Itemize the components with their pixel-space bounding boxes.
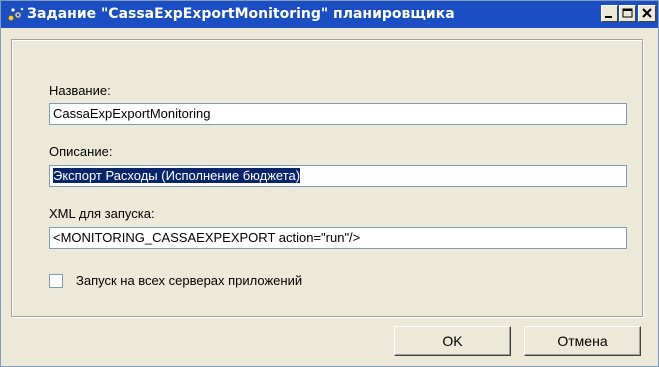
close-button[interactable] <box>638 5 656 22</box>
name-field[interactable]: CassaExpExportMonitoring <box>49 103 627 125</box>
close-icon <box>642 8 652 18</box>
name-value: CassaExpExportMonitoring <box>53 106 211 121</box>
maximize-button[interactable] <box>619 5 636 22</box>
name-label: Название: <box>49 83 111 98</box>
maximize-icon <box>622 8 633 18</box>
minimize-icon <box>605 16 612 18</box>
xml-label: XML для запуска: <box>49 206 155 221</box>
ok-button[interactable]: OK <box>394 326 511 356</box>
all-servers-checkbox[interactable] <box>49 274 63 288</box>
scheduler-task-dialog: Задание "CassaExpExportMonitoring" плани… <box>0 0 659 367</box>
title-bar[interactable]: Задание "CassaExpExportMonitoring" плани… <box>1 1 658 28</box>
cancel-button[interactable]: Отмена <box>524 326 641 356</box>
description-value-selected: Экспорт Расходы (Исполнение бюджета) <box>51 167 302 184</box>
cancel-label: Отмена <box>557 333 608 349</box>
description-label: Описание: <box>49 144 113 159</box>
scheduler-task-icon <box>7 6 25 23</box>
xml-value: <MONITORING_CASSAEXPEXPORT action="run"/… <box>53 230 361 245</box>
minimize-button[interactable] <box>601 5 618 22</box>
window-title: Задание "CassaExpExportMonitoring" плани… <box>27 6 455 22</box>
ok-label: OK <box>442 333 463 349</box>
all-servers-label[interactable]: Запуск на всех серверах приложений <box>76 273 302 288</box>
description-field[interactable]: Экспорт Расходы (Исполнение бюджета) <box>49 165 627 187</box>
xml-field[interactable]: <MONITORING_CASSAEXPEXPORT action="run"/… <box>49 227 627 249</box>
